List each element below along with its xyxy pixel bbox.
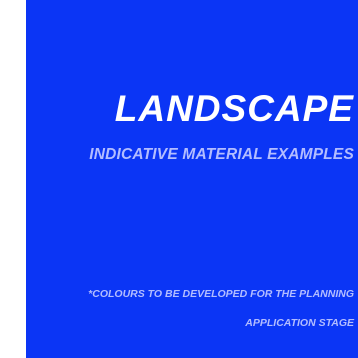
footnote-line-1: *COLOURS TO BE DEVELOPED FOR THE PLANNIN… <box>88 288 354 300</box>
footnote-line-2: APPLICATION STAGE <box>245 317 354 329</box>
blue-cover-panel: LANDSCAPE INDICATIVE MATERIAL EXAMPLES *… <box>26 0 358 358</box>
document-page: LANDSCAPE INDICATIVE MATERIAL EXAMPLES *… <box>0 0 358 358</box>
page-subtitle: INDICATIVE MATERIAL EXAMPLES <box>89 146 354 163</box>
page-title: LANDSCAPE <box>114 88 354 129</box>
